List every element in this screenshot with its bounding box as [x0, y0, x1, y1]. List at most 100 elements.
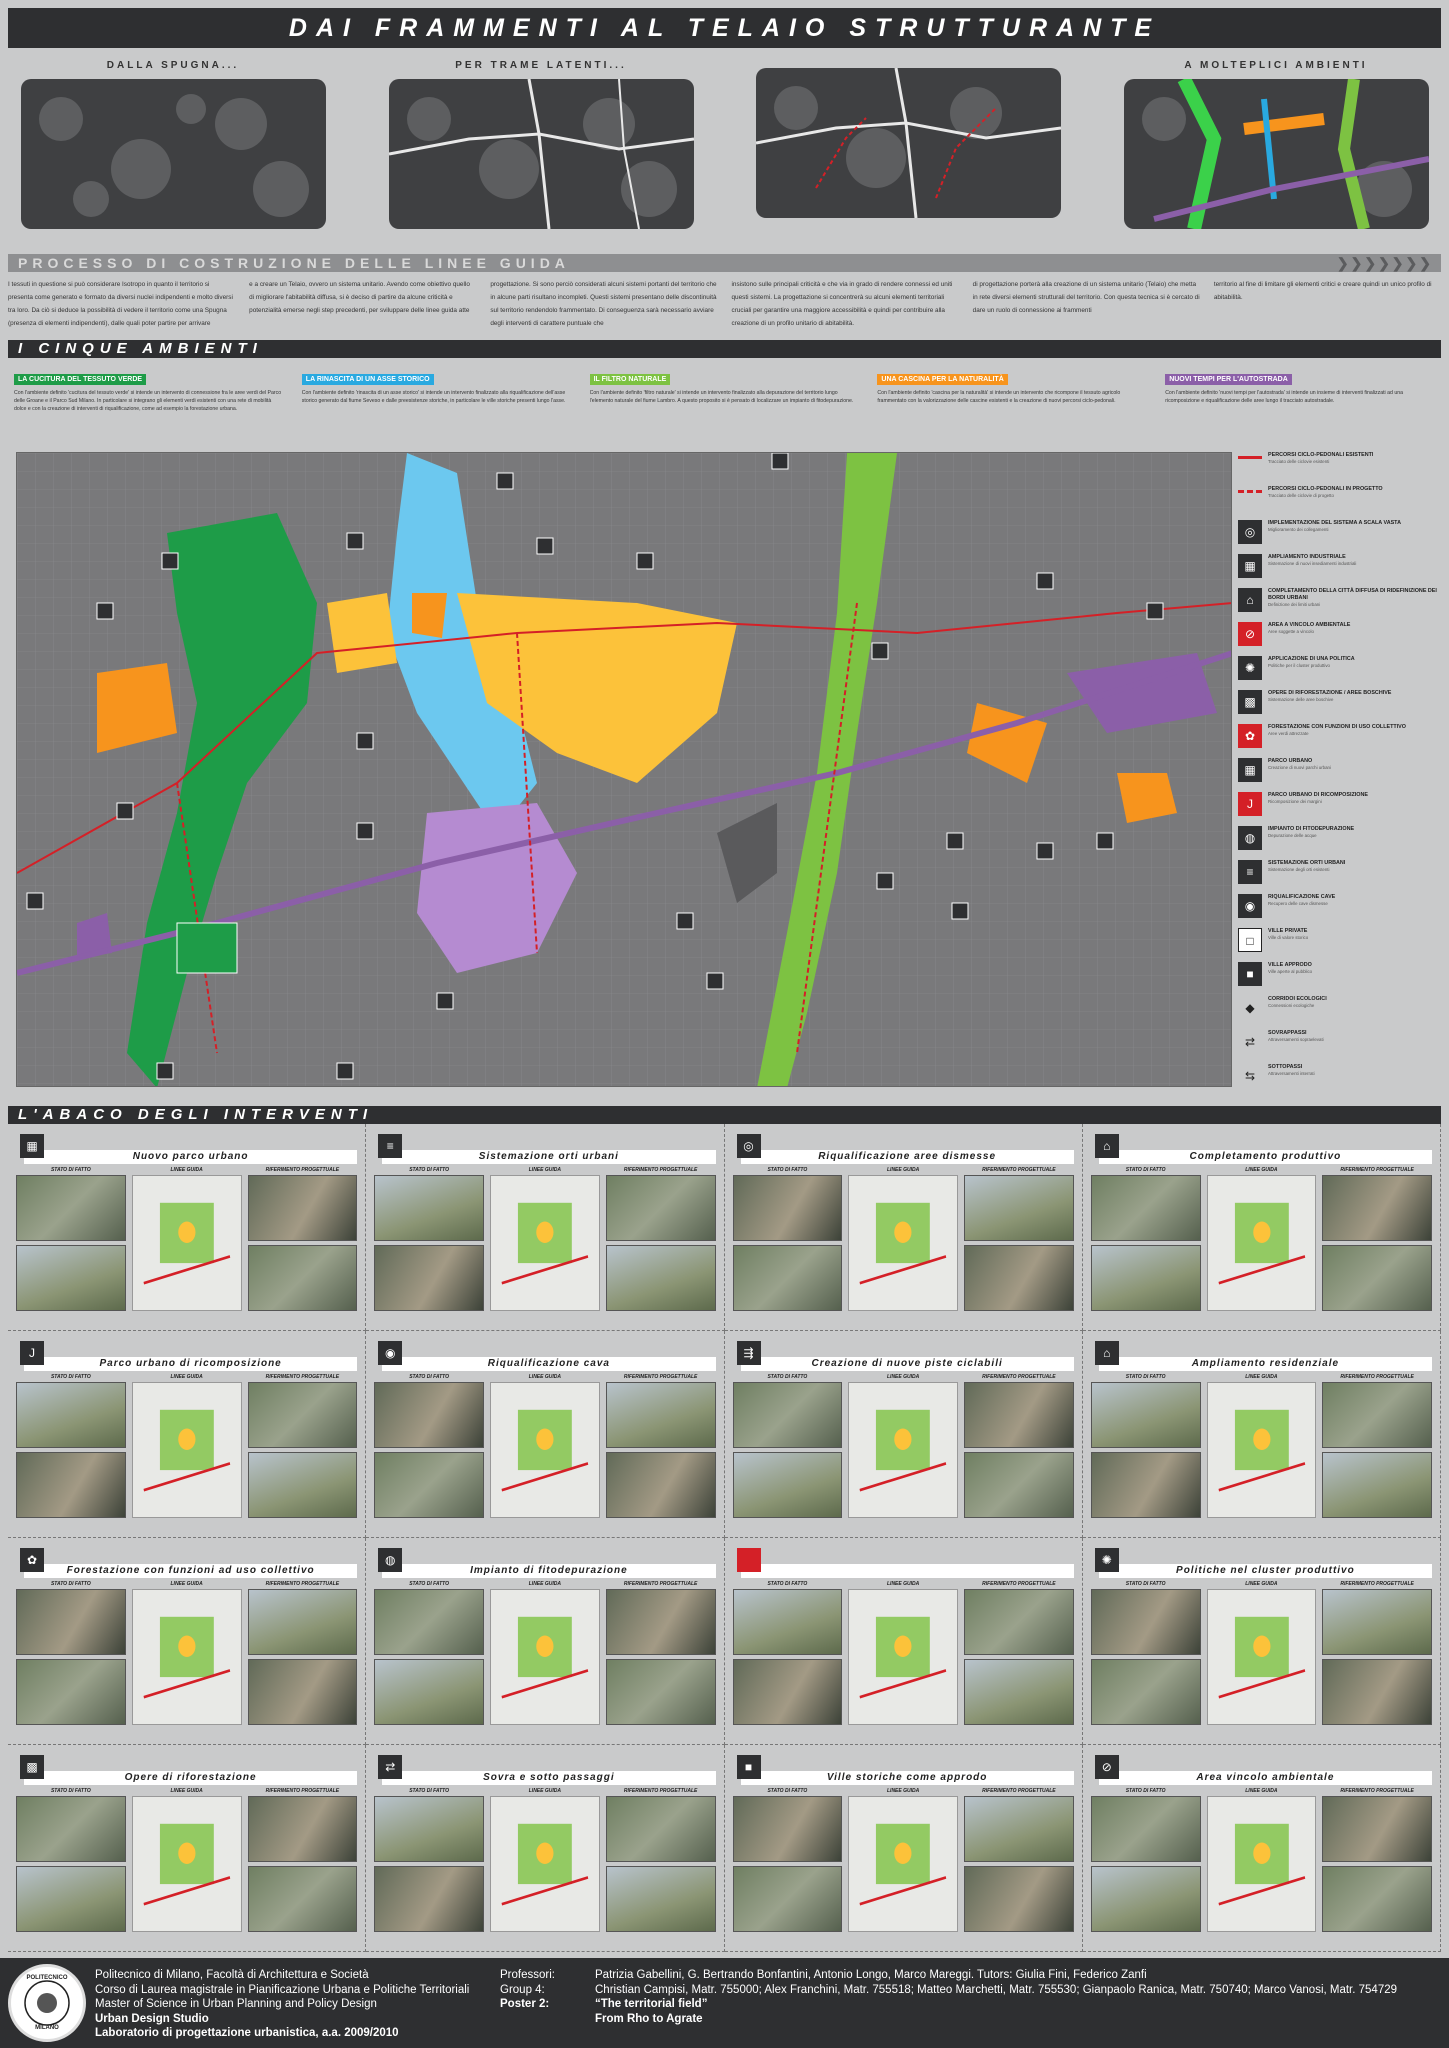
process-paragraph: I tessuti in questione si può considerar…: [8, 281, 233, 327]
legend-title: IMPLEMENTAZIONE DEL SISTEMA A SCALA VAST…: [1268, 520, 1401, 526]
intervention-card[interactable]: ■ Ville storiche come approdo STATO DI FAT…: [724, 1745, 1083, 1952]
card-sub-labels: STATO DI FATTO LINEE GUIDA RIFERIMENTO PRO…: [16, 1581, 357, 1587]
intervention-icon: ✿: [20, 1548, 44, 1572]
intervention-icon: J: [20, 1341, 44, 1365]
phyto-icon: ◍: [1238, 826, 1262, 850]
poster-title: DAI FRAMMENTI AL TELAIO STRUTTURANTE: [8, 8, 1441, 48]
legend-title: FORESTAZIONE CON FUNZIONI DI USO COLLETT…: [1268, 724, 1406, 730]
intervention-icon: ◎: [736, 1134, 761, 1158]
intervention-title: Nuovo parco urbano: [24, 1150, 358, 1164]
legend-item: ✿ FORESTAZIONE CON FUNZIONI DI USO COLLET…: [1238, 724, 1441, 757]
intervention-card[interactable]: ▩ Opere di riforestazione STATO DI FATTO LI…: [8, 1745, 367, 1952]
intervention-icon: ✺: [1094, 1548, 1119, 1572]
sub-label: STATO DI FATTO: [50, 1788, 91, 1794]
legend-title: COMPLETAMENTO DELLA CITTÀ DIFFUSA DI RID…: [1268, 588, 1437, 601]
legend-item: PERCORSI CICLO-PEDONALI ESISTENTI Traccia…: [1238, 452, 1441, 485]
intervention-card[interactable]: ◉ Riqualificazione cava STATO DI FATTO LINE…: [366, 1331, 725, 1538]
process-text: I tessuti in questione si può considerar…: [8, 278, 1441, 330]
state-photo: [374, 1589, 484, 1655]
intervention-icon: ⇶: [736, 1341, 761, 1365]
reference-photo: [247, 1245, 358, 1311]
intervention-card[interactable]: ▦ Nuovo parco urbano STATO DI FATTO LINEE G…: [8, 1124, 367, 1331]
underpass-icon: ⇆: [1244, 1069, 1256, 1083]
intervention-card[interactable]: ⌂ Completamento produttivo STATO DI FATTO L…: [1082, 1124, 1441, 1331]
sub-label: LINEE GUIDA: [1245, 1374, 1278, 1380]
process-steps: DALLA SPUGNA... PER TRAME LATENTI... A M…: [8, 60, 1441, 245]
card-body: [374, 1175, 716, 1311]
sub-label: RIFERIMENTO PROGETTUALE: [982, 1581, 1056, 1587]
legend-title: SISTEMAZIONE ORTI URBANI: [1268, 860, 1346, 866]
sub-label: LINEE GUIDA: [528, 1374, 561, 1380]
state-photo: [16, 1452, 126, 1518]
sub-label: LINEE GUIDA: [528, 1167, 561, 1173]
logo-bottom-text: MILANO: [35, 2025, 59, 2031]
intervention-card[interactable]: ≡ Sistemazione orti urbani STATO DI FATTO L…: [366, 1124, 725, 1331]
reference-photo: [1322, 1382, 1432, 1448]
sub-label: LINEE GUIDA: [528, 1788, 561, 1794]
intervention-title: Completamento produttivo: [1098, 1150, 1432, 1164]
sub-label: LINEE GUIDA: [170, 1374, 203, 1380]
legend-title: SOVRAPPASSI: [1268, 1030, 1307, 1036]
polimi-logo: POLITECNICO MILANO: [8, 1964, 86, 2042]
legend-item: ◎ IMPLEMENTAZIONE DEL SISTEMA A SCALA VAS…: [1238, 520, 1441, 553]
intervention-card[interactable]: ◎ Riqualificazione aree dismesse STATO DI …: [724, 1124, 1083, 1331]
sub-label: RIFERIMENTO PROGETTUALE: [623, 1788, 698, 1794]
legend-title: SOTTOPASSI: [1268, 1064, 1303, 1070]
legend-title: CORRIDOI ECOLOGICI: [1268, 996, 1327, 1002]
theme-blue: LA RINASCITA DI UN ASSE STORICO Con l'amb…: [301, 368, 572, 449]
state-photo: [1090, 1452, 1201, 1518]
intervention-icon: ▦: [20, 1134, 44, 1158]
card-sub-labels: STATO DI FATTO LINEE GUIDA RIFERIMENTO PRO…: [1091, 1374, 1432, 1380]
guideline-sketch: [490, 1175, 600, 1311]
card-sub-labels: STATO DI FATTO LINEE GUIDA RIFERIMENTO PRO…: [16, 1167, 357, 1173]
footer-poster-title: “The territorial field”: [595, 1998, 708, 2010]
sub-label: RIFERIMENTO PROGETTUALE: [265, 1581, 340, 1587]
intervention-card[interactable]: STATO DI FATTO LINEE GUIDA RIFERIMENTO PRO…: [724, 1538, 1083, 1745]
intervention-card[interactable]: ✿ Forestazione con funzioni ad uso collet…: [8, 1538, 367, 1745]
fragments-map: [755, 68, 1061, 218]
sub-label: STATO DI FATTO: [409, 1788, 450, 1794]
process-paragraph: e a creare un Telaio, ovvero un sistema …: [249, 281, 470, 314]
intervention-card[interactable]: ◍ Impianto di fitodepurazione STATO DI FAT…: [366, 1538, 725, 1745]
state-photo: [374, 1452, 484, 1518]
map-legend: PERCORSI CICLO-PEDONALI ESISTENTI Traccia…: [1238, 452, 1441, 1087]
intervention-card[interactable]: ⊘ Area vincolo ambientale STATO DI FATTO LI…: [1082, 1745, 1441, 1952]
intervention-title: Impianto di fitodepurazione: [382, 1564, 716, 1578]
state-photo: [1090, 1866, 1201, 1932]
sub-label: LINEE GUIDA: [1245, 1788, 1278, 1794]
theme-tag: IL FILTRO NATURALE: [589, 374, 671, 385]
intervention-icon: ◉: [378, 1341, 403, 1365]
sub-label: RIFERIMENTO PROGETTUALE: [1340, 1167, 1414, 1173]
intervention-card[interactable]: J Parco urbano di ricomposizione STATO DI …: [8, 1331, 367, 1538]
intervention-card[interactable]: ⌂ Ampliamento residenziale STATO DI FATTO L…: [1082, 1331, 1441, 1538]
state-photo: [1090, 1589, 1201, 1655]
intervention-card[interactable]: ⇄ Sovra e sotto passaggi STATO DI FATTO LIN…: [366, 1745, 725, 1952]
legend-desc: Sistemazione di nuovi insediamenti indus…: [1268, 561, 1357, 566]
card-sub-labels: STATO DI FATTO LINEE GUIDA RIFERIMENTO PRO…: [16, 1374, 357, 1380]
card-body: [374, 1382, 716, 1518]
intervention-card[interactable]: ⇶ Creazione di nuove piste ciclabili STATO…: [724, 1331, 1083, 1538]
intervention-icon: ◍: [378, 1548, 403, 1572]
intervention-title: Opere di riforestazione: [24, 1771, 358, 1785]
reference-photo: [964, 1659, 1074, 1725]
intervention-card[interactable]: ✺ Politiche nel cluster produttivo STATO D…: [1082, 1538, 1441, 1745]
solid-line-icon: [1238, 456, 1262, 468]
sub-label: LINEE GUIDA: [887, 1788, 920, 1794]
step-label: PER TRAME LATENTI...: [455, 60, 627, 71]
legend-title: OPERE DI RIFORESTAZIONE / AREE BOSCHIVE: [1268, 690, 1392, 696]
reference-photo: [247, 1866, 358, 1932]
step-fragments: [743, 60, 1073, 218]
legend-desc: Recupero delle cave dismesse: [1268, 901, 1328, 906]
card-sub-labels: STATO DI FATTO LINEE GUIDA RIFERIMENTO PRO…: [733, 1374, 1074, 1380]
legend-desc: Depurazione delle acque: [1268, 833, 1317, 838]
territory-map[interactable]: [16, 452, 1232, 1087]
intervention-icon: ■: [736, 1755, 761, 1779]
state-photo: [1090, 1796, 1201, 1862]
private-villa-icon: □: [1238, 928, 1262, 952]
legend-desc: Attraversamenti sopraelevati: [1268, 1037, 1324, 1042]
sub-label: LINEE GUIDA: [170, 1167, 203, 1173]
guideline-sketch: [848, 1589, 958, 1725]
state-photo: [732, 1175, 843, 1241]
policy-icon: ✺: [1238, 656, 1262, 680]
state-photo: [16, 1245, 126, 1311]
